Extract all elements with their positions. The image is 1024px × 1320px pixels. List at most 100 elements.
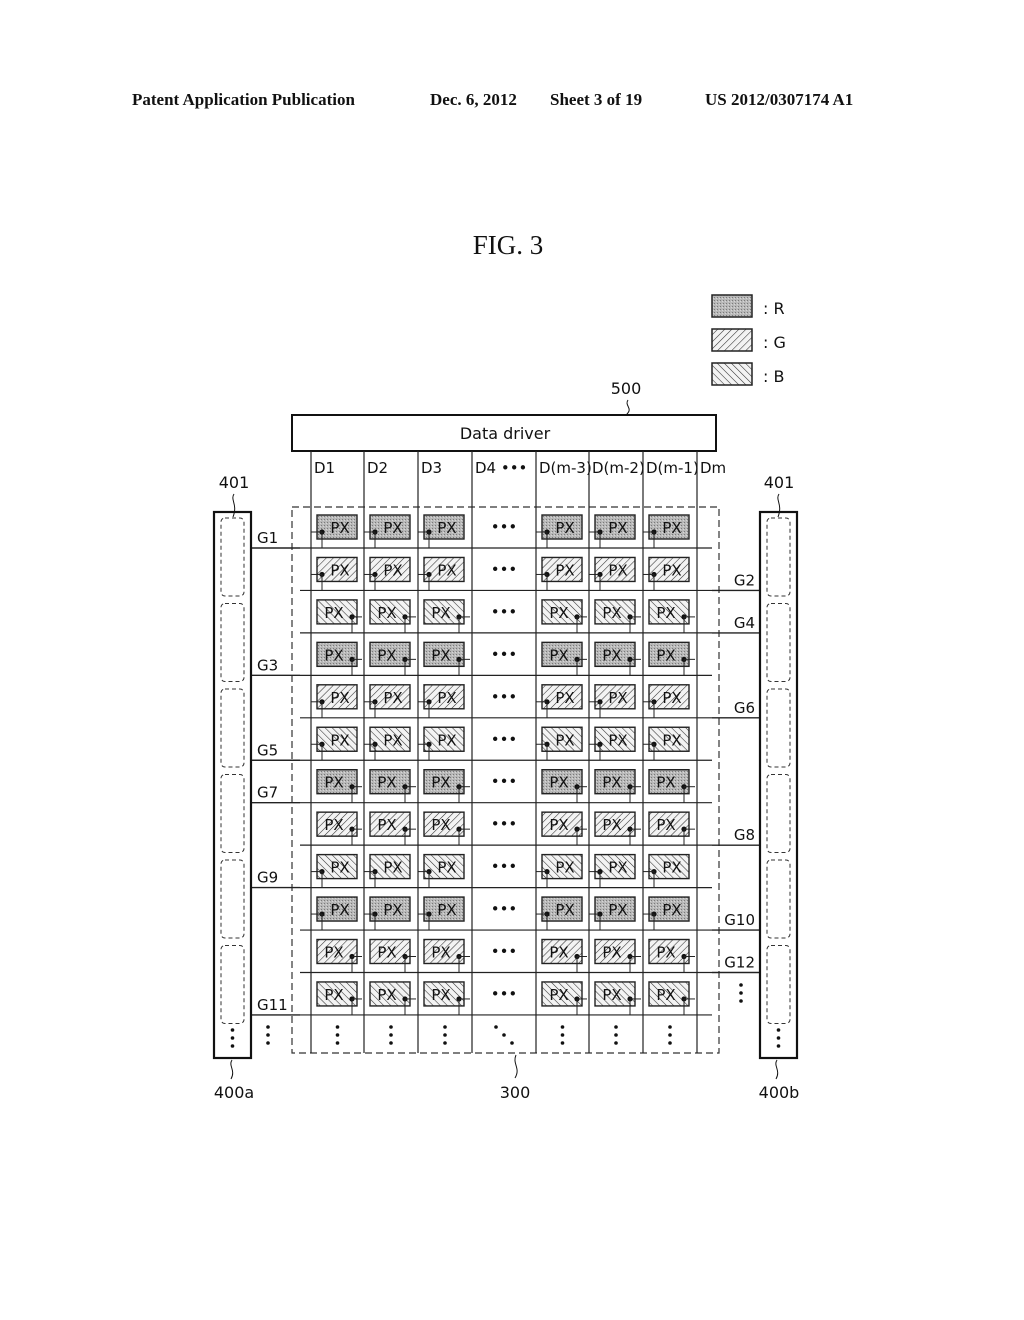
pixel: PX xyxy=(594,938,641,973)
gate-ellipsis-dot-right xyxy=(739,983,743,987)
pixel: PX xyxy=(423,981,470,1015)
pixel-label: PX xyxy=(383,859,402,877)
pixel-label: PX xyxy=(602,646,621,664)
pixel: PX xyxy=(643,556,690,591)
pixel: PX xyxy=(364,896,411,931)
gate-driver-right-leader xyxy=(775,1059,779,1080)
data-line-label: D(m-2) xyxy=(592,459,645,477)
pixel-label: PX xyxy=(555,731,574,749)
pixel: PX xyxy=(316,811,362,846)
data-line-label: D(m-1) xyxy=(646,459,699,477)
pixel-label: PX xyxy=(549,944,568,962)
gate-ellipsis-dot-left xyxy=(266,1033,270,1037)
gate-line-label-right: G2 xyxy=(734,571,755,589)
gate-ellipsis-dot-left xyxy=(266,1041,270,1045)
pixel: PX xyxy=(541,981,587,1015)
pixel-label: PX xyxy=(383,731,402,749)
gate-line-label-right: G8 xyxy=(734,826,755,844)
vertical-ellipsis-dot xyxy=(560,1025,565,1029)
vertical-ellipsis-dot xyxy=(668,1025,672,1029)
pixel-label: PX xyxy=(431,816,450,834)
pixel: PX xyxy=(594,599,641,633)
pixel: PX xyxy=(316,599,362,633)
pixel-label: PX xyxy=(330,859,349,877)
pixel-label: PX xyxy=(662,689,681,707)
pixel: PX xyxy=(311,896,358,931)
pixel: PX xyxy=(541,641,587,676)
pixel-label: PX xyxy=(324,604,343,622)
data-driver: Data driver 500 xyxy=(291,379,717,452)
pixel: PX xyxy=(643,684,690,718)
pixel: PX xyxy=(364,853,411,888)
pixel: PX xyxy=(589,556,636,591)
gate-line-label-right: G4 xyxy=(734,614,755,632)
legend-item-b: : B xyxy=(711,362,784,386)
vertical-ellipsis-dot xyxy=(335,1041,340,1045)
gate-driver-right-ref: 400b xyxy=(759,1083,800,1102)
pixel-label: PX xyxy=(549,604,568,622)
pixel: PX xyxy=(364,684,411,718)
pixel-label: PX xyxy=(383,519,402,537)
stage-ellipsis-dot xyxy=(776,1036,781,1040)
pixel-label: PX xyxy=(324,816,343,834)
pixel: PX xyxy=(589,514,636,548)
pixel: PX xyxy=(423,641,470,676)
gate-driver-left-ref: 400a xyxy=(214,1083,254,1102)
pixel-label: PX xyxy=(656,986,675,1004)
pixel-label: PX xyxy=(431,944,450,962)
pixel-label: PX xyxy=(608,519,627,537)
pixel: PX xyxy=(648,811,695,846)
stage-ellipsis-dot xyxy=(776,1044,781,1048)
pixel-label: PX xyxy=(437,731,456,749)
legend-swatch-r xyxy=(711,294,753,318)
data-driver-label: Data driver xyxy=(460,424,551,443)
pixel-label: PX xyxy=(602,816,621,834)
gate-driver-right: 401 400b xyxy=(759,473,800,1102)
pixel-label: PX xyxy=(549,986,568,1004)
pixel-label: PX xyxy=(662,859,681,877)
pixel-label: PX xyxy=(377,944,396,962)
pixel: PX xyxy=(648,641,695,676)
gate-line-label-left: G1 xyxy=(257,529,278,547)
pixel-grid: PX PX PX ••• PX PX PX PX PX PX ••• PX PX PX PX PX PX ••• P… xyxy=(266,514,743,1045)
data-line-label: D3 xyxy=(421,459,442,477)
pixel: PX xyxy=(594,981,641,1015)
vertical-ellipsis-dot xyxy=(389,1041,393,1045)
gate-driver-right-stage-ref: 401 xyxy=(764,473,795,492)
gate-driver-left-leader xyxy=(230,1059,234,1080)
data-line-label: D1 xyxy=(314,459,335,477)
legend-item-g: : G xyxy=(711,328,786,352)
pixel: PX xyxy=(643,853,690,888)
legend-swatch-b xyxy=(711,362,753,386)
row-ellipsis: ••• xyxy=(491,518,518,536)
pixel: PX xyxy=(369,811,416,846)
legend-item-r: : R xyxy=(711,294,785,318)
pixel: PX xyxy=(423,769,470,803)
pixel: PX xyxy=(418,896,465,931)
gate-driver-left: 401 400a xyxy=(212,473,254,1102)
gate-line-label-right: G10 xyxy=(724,911,755,929)
pixel-label: PX xyxy=(383,689,402,707)
pixel: PX xyxy=(541,769,587,803)
pixel: PX xyxy=(423,811,470,846)
pixel: PX xyxy=(643,896,690,931)
vertical-ellipsis-dot xyxy=(560,1041,565,1045)
row-ellipsis: ••• xyxy=(491,985,518,1003)
pixel: PX xyxy=(589,853,636,888)
row-ellipsis: ••• xyxy=(491,858,518,876)
legend: : R : G : B xyxy=(711,294,786,386)
pixel: PX xyxy=(536,726,583,761)
pixel-label: PX xyxy=(431,604,450,622)
row-ellipsis: ••• xyxy=(491,773,518,791)
pixel-label: PX xyxy=(656,944,675,962)
pixel: PX xyxy=(369,938,416,973)
stage-ellipsis-dot xyxy=(230,1036,235,1040)
pixel-label: PX xyxy=(330,731,349,749)
stage-ellipsis-dot xyxy=(776,1028,781,1032)
pixel: PX xyxy=(364,514,411,548)
pixel: PX xyxy=(316,981,362,1015)
data-line-label: D4 ••• xyxy=(475,459,527,477)
data-line-label: D(m-3) xyxy=(539,459,592,477)
pixel-label: PX xyxy=(608,731,627,749)
pixel: PX xyxy=(364,556,411,591)
